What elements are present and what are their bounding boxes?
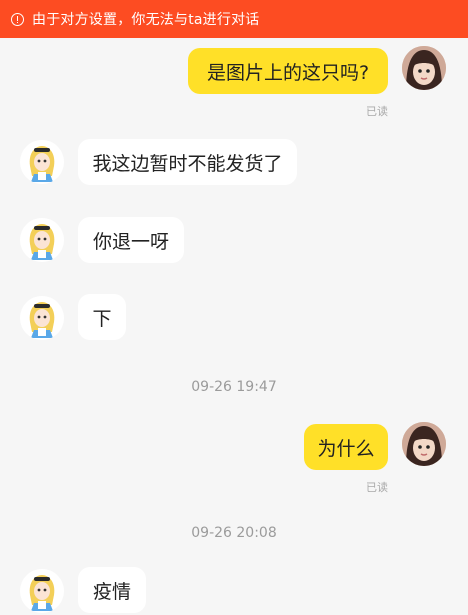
message-text: 是图片上的这只吗? bbox=[206, 61, 370, 84]
banner-text: 由于对方设置，你无法与ta进行对话 bbox=[32, 12, 260, 28]
contact-avatar[interactable] bbox=[20, 140, 64, 184]
read-receipt: 已读 bbox=[366, 105, 388, 118]
read-receipt: 已读 bbox=[366, 481, 388, 494]
message-timestamp: 09-26 19:47 bbox=[191, 379, 277, 395]
my-avatar[interactable] bbox=[402, 422, 446, 466]
contact-avatar[interactable] bbox=[20, 218, 64, 262]
restriction-banner: 由于对方设置，你无法与ta进行对话 bbox=[0, 0, 468, 38]
message-bubble-incoming[interactable]: 你退一呀 bbox=[78, 217, 184, 263]
message-text: 我这边暂时不能发货了 bbox=[92, 152, 283, 175]
message-text: 疫情 bbox=[92, 580, 131, 603]
message-text: 为什么 bbox=[317, 437, 375, 460]
contact-avatar[interactable] bbox=[20, 296, 64, 340]
message-bubble-incoming[interactable]: 疫情 bbox=[78, 567, 146, 613]
message-bubble-incoming[interactable]: 下 bbox=[78, 294, 126, 340]
message-bubble-outgoing[interactable]: 为什么 bbox=[304, 424, 388, 470]
message-text: 你退一呀 bbox=[92, 230, 169, 253]
message-timestamp: 09-26 20:08 bbox=[191, 525, 277, 541]
message-bubble-incoming[interactable]: 我这边暂时不能发货了 bbox=[78, 139, 297, 185]
message-text: 下 bbox=[92, 307, 112, 330]
my-avatar[interactable] bbox=[402, 46, 446, 90]
exclamation-circle-icon bbox=[11, 12, 24, 26]
contact-avatar[interactable] bbox=[20, 569, 64, 613]
message-bubble-outgoing[interactable]: 是图片上的这只吗? bbox=[188, 48, 388, 94]
